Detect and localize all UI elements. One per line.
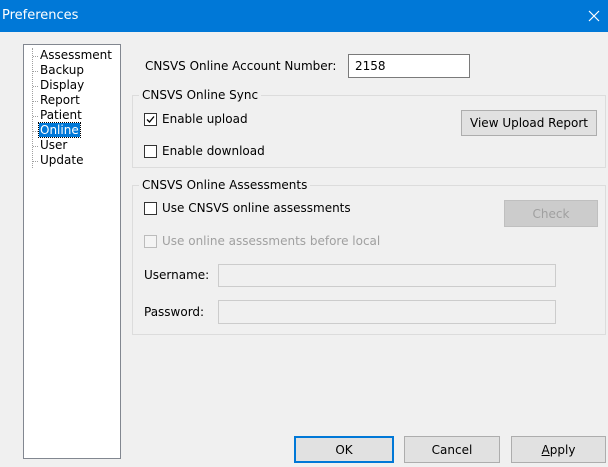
tree-item-label: Update [40,153,84,167]
online-sync-title: CNSVS Online Sync [139,88,262,103]
view-upload-report-button[interactable]: View Upload Report [461,110,597,136]
close-button[interactable] [580,0,608,32]
tree-item-label: Display [40,78,85,92]
apply-button[interactable]: Apply [511,436,606,463]
window-title: Preferences [2,8,79,23]
tree-item-label: Report [40,93,80,107]
close-icon [588,10,600,22]
tree-item-online[interactable]: Online [33,122,129,138]
category-tree-list: Assessment Backup Display Report Patient Onli… [32,48,129,168]
enable-download-box[interactable] [144,144,157,158]
tree-item-label: User [40,138,68,152]
enable-download-checkbox[interactable]: Enable download [144,144,265,158]
use-before-local-box[interactable] [144,234,157,248]
title-bar: Preferences [0,0,608,32]
use-before-local-label: Use online assessments before local [162,234,381,248]
password-label: Password: [144,305,205,319]
cancel-button[interactable]: Cancel [404,436,500,463]
category-tree[interactable]: Assessment Backup Display Report Patient Onli… [23,44,121,459]
tree-item-display[interactable]: Display [33,78,129,93]
tree-item-label: Patient [40,108,82,122]
tree-item-report[interactable]: Report [33,93,129,108]
tree-item-backup[interactable]: Backup [33,63,129,78]
use-online-assessments-checkbox[interactable]: Use CNSVS online assessments [144,201,351,215]
enable-upload-box[interactable] [144,112,157,126]
enable-upload-label: Enable upload [162,112,248,126]
enable-download-label: Enable download [162,144,265,158]
apply-label-rest: pply [549,442,576,457]
use-online-assessments-label: Use CNSVS online assessments [162,201,351,215]
use-before-local-checkbox[interactable]: Use online assessments before local [144,234,380,248]
use-online-assessments-box[interactable] [144,201,157,215]
enable-upload-checkbox[interactable]: Enable upload [144,112,248,126]
tree-item-label: Assessment [40,48,112,62]
online-assessments-title: CNSVS Online Assessments [139,178,311,193]
tree-item-update[interactable]: Update [33,153,129,168]
checkmark-icon [146,115,155,123]
tree-item-patient[interactable]: Patient [33,108,129,123]
account-number-input[interactable] [348,54,470,78]
username-input[interactable] [218,264,556,287]
password-input[interactable] [218,300,556,324]
tree-item-label: Backup [40,63,84,77]
tree-item-assessment[interactable]: Assessment [33,48,129,63]
check-button[interactable]: Check [504,200,598,227]
ok-button[interactable]: OK [294,436,394,463]
account-number-label: CNSVS Online Account Number: [145,59,337,73]
username-label: Username: [144,268,210,282]
tree-item-label: Online [38,122,81,138]
tree-item-user[interactable]: User [33,138,129,153]
apply-mnemonic: A [541,442,550,457]
